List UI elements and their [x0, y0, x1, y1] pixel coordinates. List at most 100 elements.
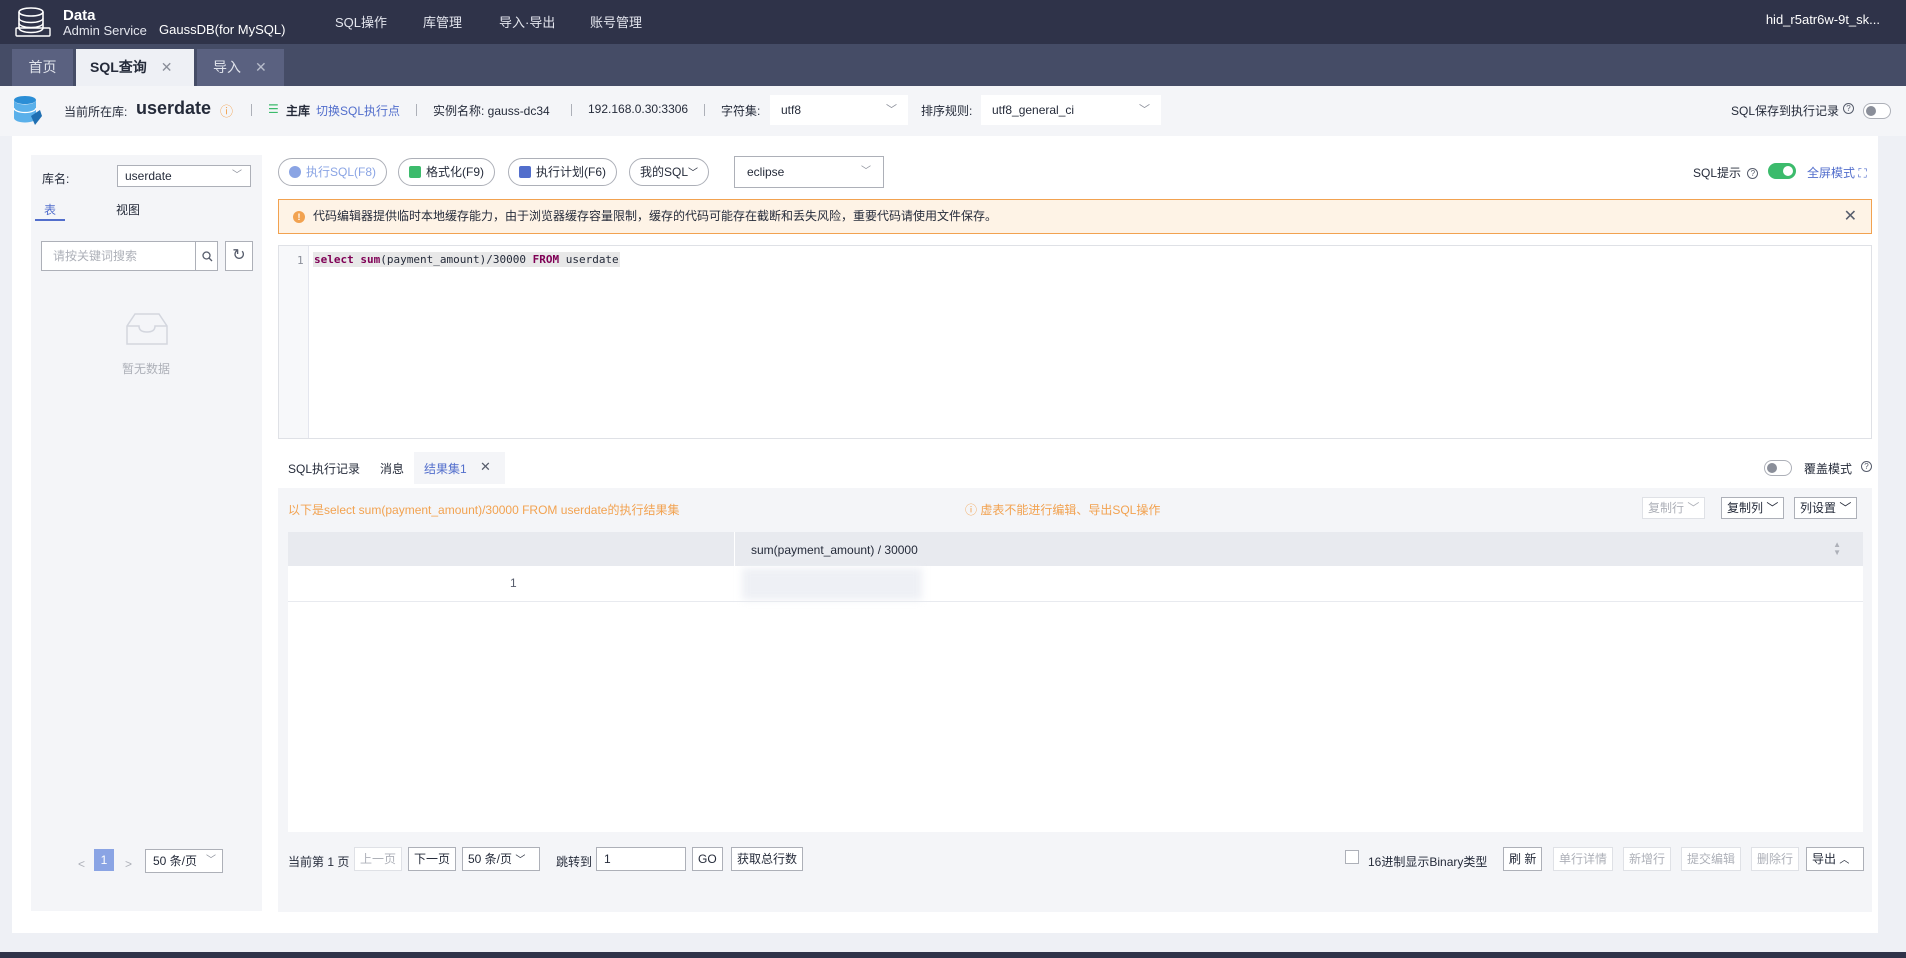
- close-icon[interactable]: ✕: [480, 459, 491, 475]
- code-table: userdate: [559, 253, 619, 266]
- tab-sql-history[interactable]: SQL执行记录: [288, 460, 360, 477]
- help-icon[interactable]: ?: [1843, 103, 1854, 115]
- copy-column-button[interactable]: 复制列 ﹀: [1721, 497, 1785, 519]
- tab-resultset-1[interactable]: 结果集1: [424, 460, 467, 477]
- go-button[interactable]: GO: [692, 847, 723, 871]
- my-sql-dropdown[interactable]: 我的SQL﹀: [629, 158, 710, 186]
- page-size-value: 50 条/页: [153, 854, 198, 868]
- keyword-select: select: [314, 253, 354, 266]
- collation-label: 排序规则:: [921, 104, 973, 118]
- tab-messages[interactable]: 消息: [380, 460, 404, 477]
- code-line[interactable]: select sum(payment_amount)/30000 FROM us…: [313, 252, 620, 267]
- collation-value: utf8_general_ci: [992, 103, 1075, 117]
- column-header[interactable]: sum(payment_amount) / 30000: [751, 543, 918, 557]
- refresh-icon[interactable]: ↻: [225, 241, 253, 271]
- chevron-left-icon[interactable]: <: [78, 857, 85, 871]
- delete-row-button[interactable]: 删除行: [1751, 847, 1800, 871]
- db-name-label: 库名:: [42, 172, 70, 186]
- help-icon[interactable]: ?: [1861, 461, 1872, 473]
- row-number: 1: [510, 576, 517, 590]
- table-search-input[interactable]: 请按关键词搜索: [41, 241, 218, 271]
- collation-select[interactable]: utf8_general_ci ﹀: [981, 95, 1161, 125]
- sql-hint-toggle[interactable]: [1768, 163, 1796, 179]
- search-icon[interactable]: [195, 242, 218, 270]
- grid-header: sum(payment_amount) / 30000 ▲ ▼: [288, 532, 1863, 566]
- close-icon[interactable]: ✕: [255, 59, 267, 75]
- sql-code-editor[interactable]: 1 select sum(payment_amount)/30000 FROM …: [278, 245, 1872, 439]
- page-size-select[interactable]: 50 条/页 ﹀: [462, 847, 540, 871]
- redacted-cell: [742, 568, 922, 600]
- execute-sql-label: 执行SQL(F8): [306, 165, 377, 179]
- switch-execution-node-link[interactable]: 切换SQL执行点: [316, 102, 400, 119]
- execution-plan-button[interactable]: 执行计划(F6): [508, 158, 617, 186]
- prev-page-button[interactable]: 上一页: [354, 847, 403, 871]
- editor-theme-value: eclipse: [747, 165, 785, 179]
- copy-row-label: 复制行: [1648, 501, 1685, 515]
- nav-account-management[interactable]: 账号管理: [590, 12, 642, 31]
- charset-value: utf8: [781, 103, 802, 117]
- chevron-down-icon: ﹀: [886, 104, 897, 116]
- get-total-rows-button[interactable]: 获取总行数: [731, 847, 804, 871]
- cache-warning-alert: ! 代码编辑器提供临时本地缓存能力，由于浏览器缓存容量限制，缓存的代码可能存在截…: [278, 199, 1872, 234]
- logo-subtitle: Admin Service: [63, 23, 147, 38]
- add-row-button[interactable]: 新增行: [1623, 847, 1672, 871]
- empty-state-text: 暂无数据: [122, 362, 171, 376]
- save-sql-toggle[interactable]: [1863, 103, 1891, 119]
- close-icon[interactable]: ✕: [161, 59, 173, 75]
- page-number-current[interactable]: 1: [94, 849, 114, 871]
- overwrite-mode-toggle[interactable]: [1764, 460, 1792, 476]
- db-select-value: userdate: [125, 169, 172, 183]
- result-info-text: 以下是select sum(payment_amount)/30000 FROM…: [288, 503, 680, 517]
- tab-import[interactable]: 导入 ✕: [197, 49, 284, 86]
- current-db-label: 当前所在库:: [64, 105, 128, 119]
- tab-import-label: 导入: [213, 59, 241, 75]
- tab-home-label: 首页: [28, 59, 57, 75]
- tab-views[interactable]: 视图: [116, 201, 140, 218]
- tab-tables[interactable]: 表: [44, 201, 56, 218]
- result-grid: sum(payment_amount) / 30000 ▲ ▼ 1: [288, 532, 1863, 832]
- help-icon[interactable]: ?: [1747, 168, 1759, 180]
- format-button[interactable]: 格式化(F9): [398, 158, 495, 186]
- hex-binary-checkbox[interactable]: [1345, 850, 1359, 864]
- instance-name: 实例名称: gauss-dc34: [433, 104, 550, 118]
- refresh-button[interactable]: 刷 新: [1503, 847, 1543, 871]
- search-placeholder: 请按关键词搜索: [53, 249, 138, 263]
- tab-home[interactable]: 首页: [12, 49, 73, 86]
- nav-database-management[interactable]: 库管理: [423, 12, 462, 31]
- fullscreen-label: 全屏模式: [1807, 166, 1856, 180]
- overwrite-mode-label: 覆盖模式: [1804, 462, 1853, 476]
- editor-theme-select[interactable]: eclipse ﹀: [734, 156, 884, 188]
- row-detail-button[interactable]: 单行详情: [1553, 847, 1614, 871]
- db-select[interactable]: userdate ﹀: [117, 165, 251, 187]
- nav-import-export[interactable]: 导入·导出: [499, 12, 555, 31]
- export-button[interactable]: 导出 ︿: [1806, 847, 1864, 871]
- chevron-down-icon: ﹀: [861, 166, 871, 177]
- close-icon[interactable]: ✕: [1844, 200, 1857, 233]
- page-size-value: 50 条/页: [468, 852, 513, 866]
- info-icon[interactable]: ⓘ: [220, 101, 233, 120]
- current-page-text: 当前第 1 页: [288, 855, 350, 869]
- export-label: 导出: [1812, 852, 1837, 866]
- sort-icon[interactable]: ▲ ▼: [1833, 541, 1841, 557]
- result-pager: 当前第 1 页 上一页 下一页 50 条/页 ﹀ 跳转到 1 GO 获取总行数 …: [288, 847, 1864, 877]
- column-settings-button[interactable]: 列设置 ﹀: [1794, 497, 1858, 519]
- sql-hint-label: SQL提示: [1693, 166, 1742, 180]
- execution-plan-icon: [519, 166, 531, 178]
- tab-sql-query[interactable]: SQL查询 ✕: [76, 49, 194, 86]
- user-account-menu[interactable]: hid_r5atr6w-9t_sk...: [1766, 12, 1880, 27]
- jump-page-input[interactable]: 1: [596, 847, 686, 871]
- charset-select[interactable]: utf8 ﹀: [770, 95, 908, 125]
- submit-edit-button[interactable]: 提交编辑: [1681, 847, 1742, 871]
- execute-sql-button[interactable]: 执行SQL(F8): [278, 158, 388, 186]
- chevron-up-icon: ︿: [1839, 855, 1850, 866]
- chevron-down-icon: ﹀: [1839, 501, 1852, 515]
- next-page-button[interactable]: 下一页: [408, 847, 457, 871]
- nav-sql-operations[interactable]: SQL操作: [335, 12, 387, 31]
- page-size-select[interactable]: 50 条/页 ﹀: [145, 849, 223, 873]
- current-db-name: userdate: [136, 98, 212, 118]
- chevron-right-icon[interactable]: >: [125, 857, 132, 871]
- master-icon: ☰: [268, 102, 279, 116]
- hex-binary-label: 16进制显示Binary类型: [1368, 855, 1488, 869]
- copy-row-button[interactable]: 复制行 ﹀: [1642, 497, 1706, 519]
- fullscreen-button[interactable]: 全屏模式 ⛶: [1807, 164, 1867, 181]
